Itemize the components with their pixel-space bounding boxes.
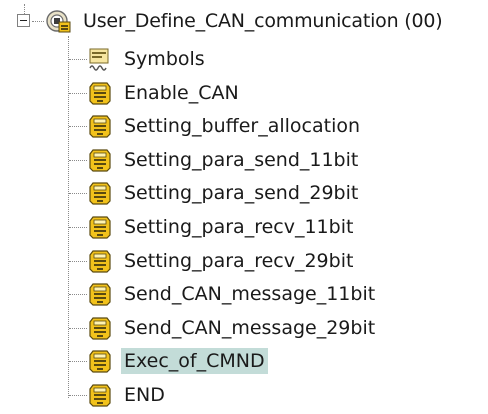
tree-item-label: END — [124, 384, 165, 406]
tree-item-label: Setting_para_recv_11bit — [124, 216, 354, 238]
project-tree: User_Define_CAN_communication (00) Symbo… — [0, 0, 488, 414]
section-block-icon — [89, 384, 111, 407]
section-block-icon — [89, 82, 111, 105]
tree-connector — [69, 160, 87, 161]
tree-item[interactable]: Symbols — [87, 44, 208, 74]
tree-connector — [69, 193, 87, 194]
tree-connector — [69, 294, 87, 295]
program-module-icon — [46, 10, 71, 33]
section-block-icon — [89, 149, 111, 172]
section-block-icon — [89, 250, 111, 273]
section-block-icon — [89, 283, 111, 306]
symbols-icon — [89, 48, 109, 71]
tree-root-item[interactable]: User_Define_CAN_communication (00) — [46, 6, 445, 36]
tree-item-label: Exec_of_CMND — [121, 348, 268, 374]
tree-connector — [69, 126, 87, 127]
tree-item[interactable]: Setting_para_send_29bit — [87, 178, 361, 208]
tree-item[interactable]: END — [87, 380, 168, 410]
tree-connector — [69, 93, 87, 94]
tree-connector — [69, 395, 87, 396]
tree-item-label: Setting_para_send_11bit — [124, 149, 359, 171]
tree-item-label: Enable_CAN — [124, 82, 239, 104]
tree-item[interactable]: Send_CAN_message_29bit — [87, 313, 378, 343]
tree-item[interactable]: Send_CAN_message_11bit — [87, 279, 378, 309]
tree-root-label: User_Define_CAN_communication (00) — [83, 10, 443, 32]
tree-item-label: Send_CAN_message_11bit — [124, 283, 376, 305]
tree-item[interactable]: Exec_of_CMND — [87, 346, 268, 376]
section-block-icon — [89, 350, 111, 373]
section-block-icon — [89, 182, 111, 205]
tree-connector — [69, 261, 87, 262]
tree-connector — [69, 361, 87, 362]
section-block-icon — [89, 317, 111, 340]
section-block-icon — [89, 216, 111, 239]
tree-connector — [68, 36, 69, 398]
tree-item-label: Setting_para_send_29bit — [124, 182, 359, 204]
tree-item-label: Setting_para_recv_29bit — [124, 250, 354, 272]
tree-connector — [24, 4, 25, 14]
collapse-toggle[interactable] — [17, 14, 30, 27]
tree-item[interactable]: Setting_para_recv_11bit — [87, 212, 356, 242]
tree-item-label: Send_CAN_message_29bit — [124, 317, 376, 339]
tree-item[interactable]: Setting_buffer_allocation — [87, 111, 363, 141]
tree-connector — [69, 59, 87, 60]
section-block-icon — [89, 115, 111, 138]
tree-item-label: Symbols — [124, 48, 205, 70]
tree-item-label: Setting_buffer_allocation — [124, 115, 361, 137]
tree-connector — [32, 21, 44, 22]
tree-item[interactable]: Setting_para_recv_29bit — [87, 246, 356, 276]
tree-item[interactable]: Enable_CAN — [87, 78, 242, 108]
tree-connector — [69, 227, 87, 228]
tree-item[interactable]: Setting_para_send_11bit — [87, 145, 361, 175]
tree-connector — [69, 328, 87, 329]
